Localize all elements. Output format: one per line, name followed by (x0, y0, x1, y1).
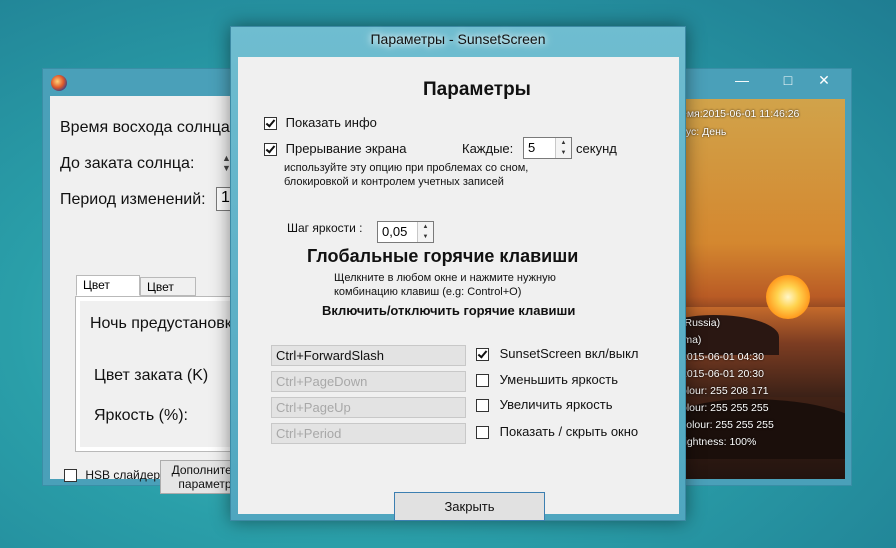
hsb-slider-label: HSB слайдер (85, 468, 161, 482)
screen-interrupt-checkbox[interactable]: Прерывание экрана (264, 141, 407, 157)
main-window: Время восхода солнца До заката солнца: ▲… (42, 68, 256, 494)
night-preset-label: Ночь предустановк (90, 315, 232, 332)
main-window-client: Время восхода солнца До заката солнца: ▲… (50, 96, 256, 494)
hotkey-brightness-down-input[interactable]: Ctrl+PageDown (271, 371, 466, 392)
hotkey-brightness-up-label: Увеличить яркость (499, 397, 613, 412)
night-color-panel: Ночь предустановк Цвет заката (K) Яркост… (75, 296, 255, 452)
hotkey-brightness-down-check-icon[interactable] (476, 374, 489, 388)
brightness-label: Яркость (%): (94, 407, 188, 424)
stepper-up-icon[interactable]: ▲ (418, 222, 433, 232)
show-info-label: Показать инфо (285, 115, 377, 130)
stepper-down-icon[interactable]: ▼ (556, 148, 571, 158)
minimize-button[interactable]: — (727, 69, 757, 91)
seconds-label: секунд (576, 141, 617, 156)
tab-night-color[interactable]: Цвет ночи (76, 275, 140, 311)
sunset-color-label: Цвет заката (K) (94, 367, 209, 384)
info-line: olour: 255 208 171 (681, 385, 769, 397)
screen-interrupt-label: Прерывание экрана (285, 141, 407, 156)
every-label: Каждые: (462, 141, 514, 156)
hotkey-toggle-checkbox[interactable]: SunsetScreen вкл/выкл (476, 346, 639, 362)
info-line: colour: 255 255 255 (681, 419, 774, 431)
interrupt-hint: используйте эту опцию при проблемах со с… (284, 162, 529, 188)
show-info-checkbox[interactable]: Показать инфо (264, 115, 377, 131)
sunset-photo: емя:2015-06-01 11:46:26 тус: День (Russi… (679, 99, 845, 479)
app-icon (51, 75, 67, 91)
hotkey-toggle-check-icon[interactable] (476, 348, 489, 362)
settings-heading: Параметры (423, 79, 531, 100)
hotkey-toggle-input[interactable]: Ctrl+ForwardSlash (271, 345, 466, 366)
info-line: (Russia) (681, 317, 721, 329)
close-button[interactable]: Закрыть (394, 492, 545, 521)
hotkey-brightness-up-input[interactable]: Ctrl+PageUp (271, 397, 466, 418)
maximize-button[interactable]: □ (773, 69, 803, 91)
info-line: rightness: 100% (681, 436, 757, 448)
sun-image (766, 275, 810, 319)
settings-dialog-client: Параметры Показать инфо Прерывание экран… (238, 57, 679, 521)
brightness-step-value: 0,05 (382, 224, 408, 239)
until-sunset-label: До заката солнца: (60, 155, 195, 172)
global-hotkeys-heading: Глобальные горячие клавиши (307, 246, 579, 266)
hotkey-toggle-label: SunsetScreen вкл/выкл (499, 346, 639, 361)
hotkey-show-hide-check-icon[interactable] (476, 426, 489, 440)
show-info-check-icon[interactable] (264, 117, 277, 131)
hotkeys-hint: Щелкните в любом окне и нажмите нужную к… (334, 272, 556, 298)
dialog-title: Параметры - SunsetScreen (370, 31, 546, 47)
info-line: тус: День (681, 126, 727, 138)
hotkey-brightness-up-checkbox[interactable]: Увеличить яркость (476, 397, 613, 413)
info-line: емя:2015-06-01 11:46:26 (681, 108, 800, 120)
info-line: 2015-06-01 20:30 (681, 368, 764, 380)
stepper-up-icon[interactable]: ▲ (556, 138, 571, 148)
brightness-step-label: Шаг яркости : (287, 221, 363, 235)
info-line: olour: 255 255 255 (681, 402, 769, 414)
info-window: — □ ✕ емя:2015-06-01 11:46:26 тус: День … (678, 68, 852, 486)
brightness-step-stepper[interactable]: 0,05 ▲ ▼ (377, 221, 434, 243)
settings-dialog: Параметры - SunsetScreen Параметры Показ… (230, 26, 686, 521)
stepper-down-icon[interactable]: ▼ (418, 232, 433, 242)
interval-value: 5 (528, 140, 536, 155)
sunrise-label: Время восхода солнца (60, 119, 230, 136)
hotkey-brightness-up-check-icon[interactable] (476, 399, 489, 413)
change-period-label: Период изменений: (60, 191, 206, 208)
interval-stepper[interactable]: 5 ▲ ▼ (523, 137, 572, 159)
hotkey-brightness-down-label: Уменьшить яркость (499, 372, 619, 387)
screen-interrupt-check-icon[interactable] (264, 143, 277, 157)
hotkey-brightness-down-checkbox[interactable]: Уменьшить яркость (476, 372, 619, 388)
hotkey-show-hide-input[interactable]: Ctrl+Period (271, 423, 466, 444)
tab-day-color[interactable]: Цвет дня (140, 277, 196, 313)
hotkey-show-hide-label: Показать / скрыть окно (499, 424, 639, 439)
hsb-slider-check-icon[interactable] (64, 469, 77, 483)
close-window-button[interactable]: ✕ (809, 69, 839, 91)
toggle-hotkeys-heading: Включить/отключить горячие клавиши (322, 303, 576, 318)
info-line: 2015-06-01 04:30 (681, 351, 764, 363)
hotkey-show-hide-checkbox[interactable]: Показать / скрыть окно (476, 424, 639, 440)
hsb-slider-checkbox[interactable]: HSB слайдер (64, 468, 161, 483)
